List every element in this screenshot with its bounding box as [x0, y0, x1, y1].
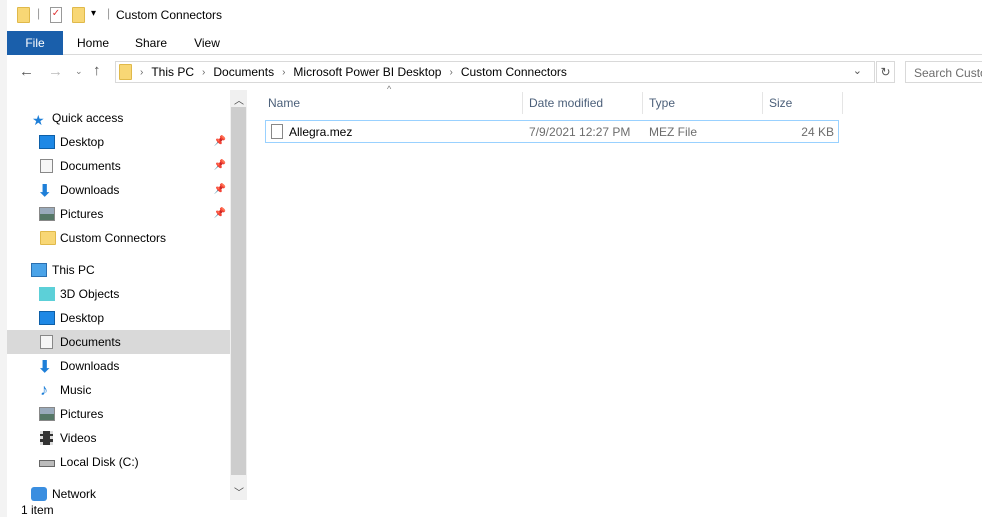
tab-view[interactable]: View — [183, 31, 231, 55]
nav-this-pc[interactable]: This PC — [7, 258, 230, 282]
star-icon: ★ — [32, 112, 45, 128]
breadcrumb-this-pc[interactable]: This PC — [151, 65, 194, 79]
folder-icon — [119, 64, 132, 80]
nav-videos[interactable]: Videos — [7, 426, 230, 450]
nav-3d-objects[interactable]: 3D Objects — [7, 282, 230, 306]
scrollbar-thumb[interactable] — [231, 107, 246, 475]
refresh-icon[interactable]: ↻ — [876, 61, 895, 83]
up-icon[interactable]: ↑ — [93, 62, 101, 79]
pin-icon[interactable]: 📌 — [214, 178, 226, 202]
3d-objects-icon — [39, 287, 55, 301]
network-icon — [31, 487, 47, 501]
file-type: MEZ File — [649, 125, 697, 139]
divider: | — [37, 6, 41, 20]
documents-icon — [40, 335, 53, 349]
breadcrumb-power-bi[interactable]: Microsoft Power BI Desktop — [293, 65, 441, 79]
tab-file[interactable]: File — [7, 31, 63, 55]
divider: | — [107, 6, 111, 20]
breadcrumb-custom-connectors[interactable]: Custom Connectors — [461, 65, 567, 79]
computer-icon — [31, 263, 47, 277]
file-icon — [271, 124, 283, 139]
breadcrumb-documents[interactable]: Documents — [213, 65, 274, 79]
status-item-count: 1 item — [21, 503, 54, 517]
recent-locations-icon[interactable]: ⌄ — [75, 66, 83, 77]
downloads-icon: ⬇ — [38, 359, 52, 376]
nav-quick-pictures[interactable]: Pictures 📌 — [7, 202, 230, 226]
scroll-down-icon[interactable]: ﹀ — [234, 484, 244, 499]
column-header-type[interactable]: Type — [643, 92, 763, 114]
chevron-down-icon[interactable]: ⌄ — [853, 64, 862, 77]
chevron-right-icon: › — [140, 66, 144, 78]
properties-icon[interactable]: ✓ — [50, 7, 62, 23]
search-input[interactable]: Search Custom Connectors — [905, 61, 982, 83]
drive-icon — [39, 460, 55, 467]
pictures-icon — [39, 207, 55, 221]
nav-downloads[interactable]: ⬇ Downloads — [7, 354, 230, 378]
pin-icon[interactable]: 📌 — [214, 202, 226, 226]
nav-quick-documents[interactable]: Documents 📌 — [7, 154, 230, 178]
file-name: Allegra.mez — [289, 125, 353, 139]
nav-quick-desktop[interactable]: Desktop 📌 — [7, 130, 230, 154]
address-bar[interactable]: › This PC › Documents › Microsoft Power BI … — [115, 61, 875, 83]
file-size: 24 KB — [801, 125, 834, 139]
customize-toolbar-icon[interactable]: ▾ — [91, 8, 96, 19]
music-icon: ♪ — [40, 382, 48, 399]
downloads-icon: ⬇ — [38, 183, 52, 200]
forward-icon[interactable]: → — [48, 63, 63, 80]
videos-icon — [40, 431, 53, 445]
chevron-right-icon: › — [449, 66, 453, 78]
nav-quick-access[interactable]: ★ Quick access — [7, 106, 230, 130]
nav-documents[interactable]: Documents — [7, 330, 230, 354]
desktop-icon — [39, 311, 55, 325]
folder-icon — [40, 231, 56, 245]
pin-icon[interactable]: 📌 — [214, 154, 226, 178]
desktop-icon — [39, 135, 55, 149]
back-icon[interactable]: ← — [19, 63, 34, 80]
ribbon-tabs: File Home Share View — [7, 31, 982, 55]
file-row[interactable]: Allegra.mez 7/9/2021 12:27 PM MEZ File 2… — [265, 120, 839, 143]
nav-desktop[interactable]: Desktop — [7, 306, 230, 330]
nav-music[interactable]: ♪ Music — [7, 378, 230, 402]
pictures-icon — [39, 407, 55, 421]
background-window-strip — [0, 0, 7, 517]
new-folder-icon[interactable] — [72, 7, 85, 23]
navigation-pane: ★ Quick access Desktop 📌 Documents 📌 ⬇ Downl… — [7, 90, 230, 501]
tab-home[interactable]: Home — [69, 31, 117, 55]
title-bar: | ✓ ▾ | Custom Connectors — [7, 0, 982, 31]
documents-icon — [40, 159, 53, 173]
column-header-name[interactable]: Name — [262, 92, 523, 114]
pin-icon[interactable]: 📌 — [214, 130, 226, 154]
folder-icon — [17, 7, 30, 23]
scroll-up-icon[interactable]: ︿ — [234, 92, 244, 107]
nav-quick-custom-connectors[interactable]: Custom Connectors — [7, 226, 230, 250]
column-header-size[interactable]: Size — [763, 92, 843, 114]
chevron-right-icon: › — [282, 66, 286, 78]
file-date: 7/9/2021 12:27 PM — [529, 125, 631, 139]
nav-local-disk[interactable]: Local Disk (C:) — [7, 450, 230, 474]
column-header-date[interactable]: Date modified — [523, 92, 643, 114]
chevron-right-icon: › — [202, 66, 206, 78]
tab-share[interactable]: Share — [127, 31, 175, 55]
window-title: Custom Connectors — [116, 8, 223, 22]
nav-quick-downloads[interactable]: ⬇ Downloads 📌 — [7, 178, 230, 202]
nav-pictures[interactable]: Pictures — [7, 402, 230, 426]
